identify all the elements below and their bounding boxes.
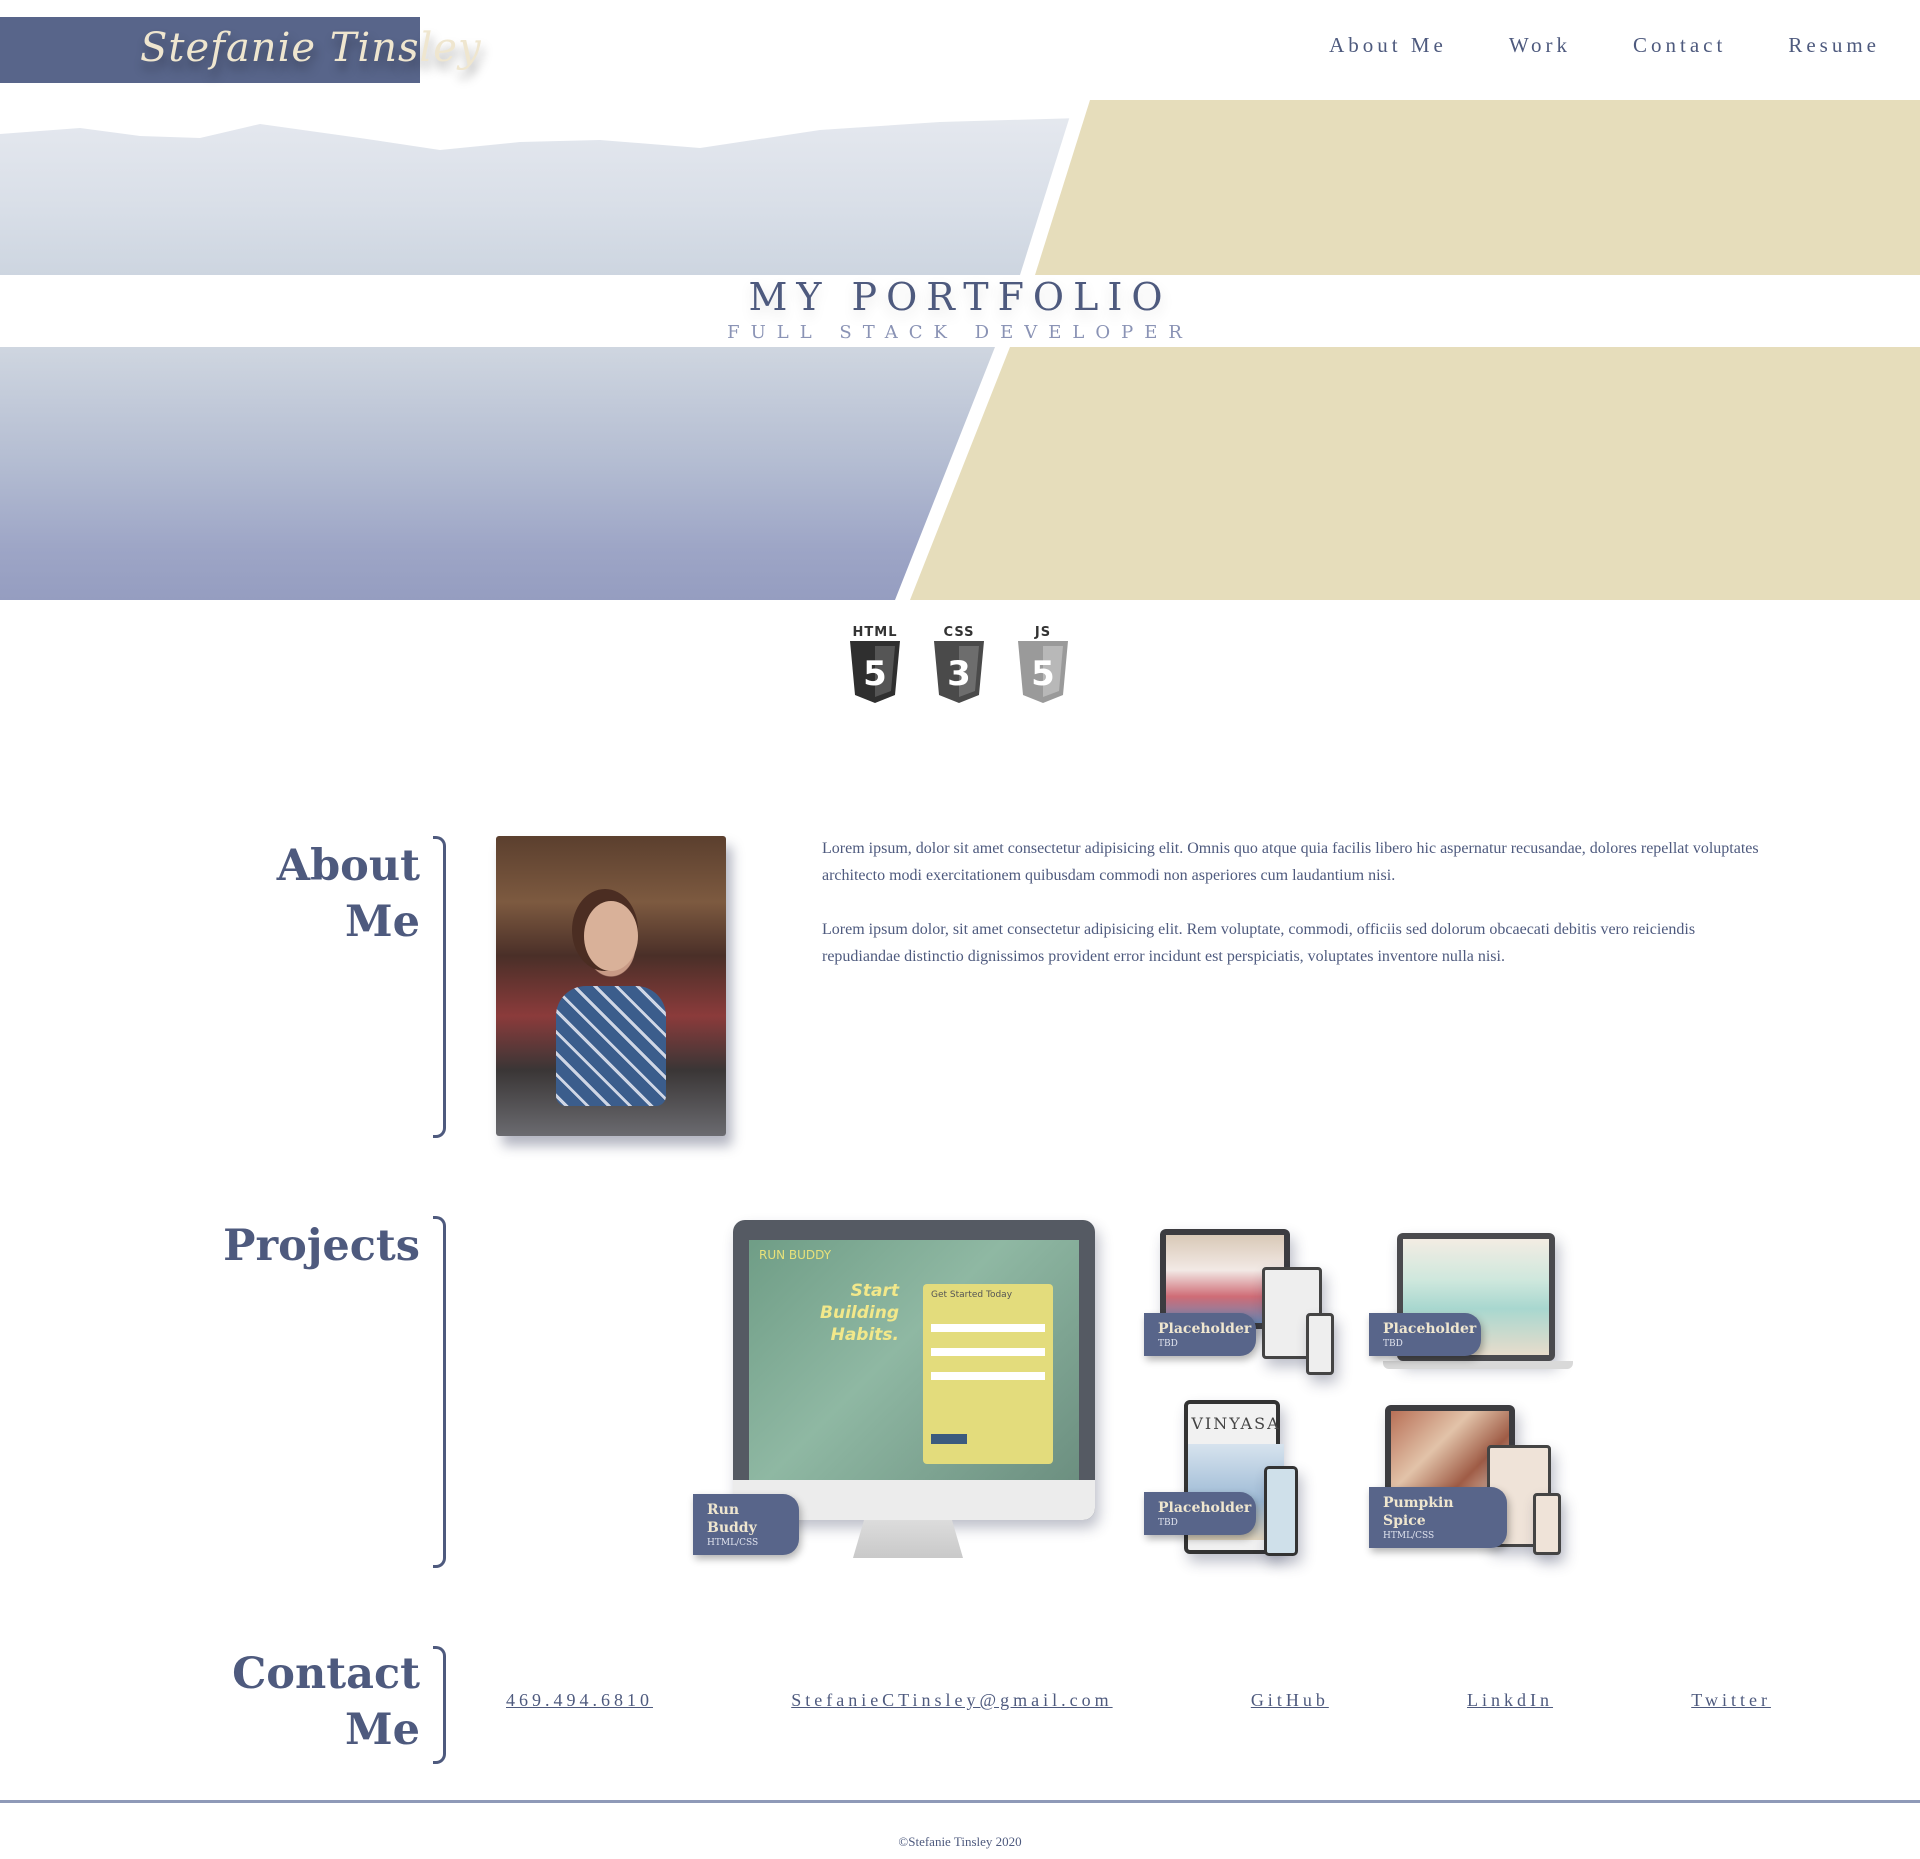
project-card-pumpkin-spice[interactable]: Pumpkin Spice HTML/CSS	[1369, 1405, 1579, 1565]
about-title-line1: About	[276, 841, 420, 891]
project-name: Placeholder	[1383, 1321, 1477, 1337]
photo-shirt	[556, 986, 666, 1106]
js-icon: JS 5	[1016, 625, 1070, 703]
device-phone	[1264, 1466, 1298, 1556]
about-paragraph-2: Lorem ipsum dolor, sit amet consectetur …	[822, 921, 1696, 965]
nav-about-me[interactable]: About Me	[1329, 33, 1447, 58]
css3-label: CSS	[943, 625, 975, 640]
logo-text: Stefanie Tinsley	[140, 25, 482, 71]
hero-title: MY PORTFOLIO	[748, 275, 1172, 319]
project-card-run-buddy[interactable]: RUN BUDDY Start Building Habits. Get Sta…	[693, 1220, 1095, 1570]
project-card-placeholder-2[interactable]: Placeholder TBD	[1369, 1225, 1579, 1375]
js-label: JS	[1034, 625, 1052, 640]
project-tech: TBD	[1158, 1518, 1178, 1528]
projects-title: Projects	[223, 1221, 420, 1271]
nav-contact[interactable]: Contact	[1633, 33, 1726, 58]
contact-github-link[interactable]: GitHub	[1251, 1690, 1329, 1711]
contact-linkedin-link[interactable]: LinkdIn	[1467, 1690, 1553, 1711]
project-card-placeholder-1[interactable]: Placeholder TBD	[1144, 1225, 1344, 1375]
vinyasa-heading: VINYASA	[1191, 1414, 1281, 1433]
html5-label: HTML	[852, 625, 898, 640]
device-laptop-base	[1383, 1361, 1573, 1369]
svg-text:5: 5	[863, 654, 887, 694]
logo[interactable]: Stefanie Tinsley	[0, 17, 481, 83]
footer-copyright: ©Stefanie Tinsley 2020	[898, 1834, 1022, 1849]
project-tech: HTML/CSS	[707, 1538, 759, 1548]
project-label-placeholder-1[interactable]: Placeholder TBD	[1144, 1313, 1256, 1356]
about-text: Lorem ipsum, dolor sit amet consectetur …	[822, 835, 1772, 997]
contact-bracket	[433, 1646, 446, 1764]
projects-bracket	[433, 1216, 446, 1568]
run-buddy-form: Get Started Today	[923, 1284, 1053, 1464]
about-title-line2: Me	[345, 897, 420, 947]
contact-phone-link[interactable]: 469.494.6810	[506, 1690, 653, 1711]
hero-subtitle: FULL STACK DEVELOPER	[727, 322, 1193, 343]
about-paragraph-1: Lorem ipsum, dolor sit amet consectetur …	[822, 840, 1759, 884]
contact-links: 469.494.6810 StefanieCTinsley@gmail.com …	[506, 1690, 1771, 1711]
project-label-placeholder-2[interactable]: Placeholder TBD	[1369, 1313, 1481, 1356]
run-buddy-heading: Start Building Habits.	[820, 1281, 899, 1345]
profile-photo	[496, 836, 726, 1136]
project-label-placeholder-3[interactable]: Placeholder TBD	[1144, 1492, 1256, 1535]
project-name: Run Buddy	[707, 1502, 757, 1536]
hero-banner: MY PORTFOLIO FULL STACK DEVELOPER	[0, 100, 1920, 600]
monitor-stand	[853, 1520, 963, 1558]
main-nav: About Me Work Contact Resume	[1329, 33, 1880, 58]
device-phone	[1533, 1493, 1561, 1555]
project-name: Pumpkin Spice	[1383, 1495, 1454, 1529]
html5-icon: HTML 5	[848, 625, 902, 703]
contact-title-line2: Me	[345, 1705, 420, 1755]
nav-resume[interactable]: Resume	[1788, 33, 1880, 58]
nav-work[interactable]: Work	[1509, 33, 1571, 58]
svg-text:3: 3	[947, 654, 971, 694]
project-tech: TBD	[1158, 1339, 1178, 1349]
contact-email-link[interactable]: StefanieCTinsley@gmail.com	[791, 1690, 1112, 1711]
photo-head	[584, 901, 638, 971]
project-card-placeholder-3[interactable]: VINYASA Placeholder TBD	[1144, 1400, 1344, 1560]
about-title: About Me	[277, 838, 420, 950]
html5-shield-icon: 5	[850, 641, 900, 703]
about-bracket	[433, 836, 446, 1138]
project-name: Placeholder	[1158, 1321, 1252, 1337]
run-buddy-screen: RUN BUDDY Start Building Habits. Get Sta…	[749, 1240, 1079, 1480]
run-buddy-brand: RUN BUDDY	[759, 1248, 832, 1262]
contact-title: Contact Me	[232, 1646, 420, 1758]
svg-text:5: 5	[1031, 654, 1055, 694]
footer-divider	[0, 1800, 1920, 1803]
project-label-pumpkin-spice[interactable]: Pumpkin Spice HTML/CSS	[1369, 1487, 1507, 1548]
project-name: Placeholder	[1158, 1500, 1252, 1516]
contact-title-line1: Contact	[232, 1649, 420, 1699]
css3-icon: CSS 3	[932, 625, 986, 703]
css3-shield-icon: 3	[934, 641, 984, 703]
js-shield-icon: 5	[1018, 641, 1068, 703]
tech-icons: HTML 5 CSS 3 JS 5	[848, 625, 1070, 703]
contact-twitter-link[interactable]: Twitter	[1691, 1690, 1771, 1711]
hero-band-bottom	[0, 347, 1920, 600]
project-tech: HTML/CSS	[1383, 1531, 1435, 1541]
run-buddy-form-title: Get Started Today	[931, 1290, 1013, 1300]
project-tech: TBD	[1383, 1339, 1403, 1349]
project-label-run-buddy[interactable]: Run Buddy HTML/CSS	[693, 1494, 799, 1555]
device-phone	[1306, 1313, 1334, 1375]
hero-band-top	[0, 100, 1920, 275]
